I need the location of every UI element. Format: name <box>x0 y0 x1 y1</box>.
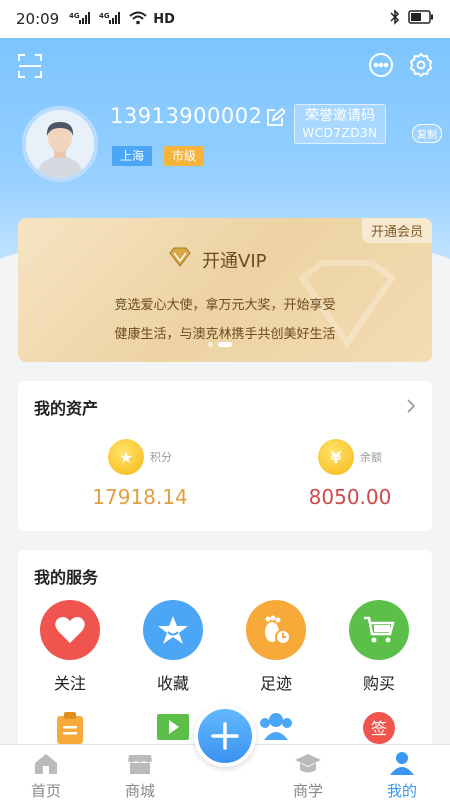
message-icon[interactable] <box>368 52 394 78</box>
service-label: 购买 <box>362 674 395 693</box>
tab-label: 首页 <box>30 782 61 800</box>
invite-code-box: 荣誉邀请码 WCD7ZD3N <box>294 104 386 144</box>
balance-value: 8050.00 <box>308 485 392 509</box>
vip-title: 开通VIP <box>202 250 267 272</box>
service-label: 关注 <box>53 674 86 693</box>
svg-text:4G: 4G <box>69 12 80 20</box>
copy-button[interactable]: 复制 <box>412 124 442 143</box>
network-indicators: 4G 4G HD <box>69 11 175 28</box>
service-purchase[interactable]: 购买 <box>339 600 419 694</box>
cart-icon <box>349 600 409 660</box>
shop-icon <box>128 755 152 774</box>
home-icon <box>35 754 57 774</box>
vip-desc-line1: 竞选爱心大使，拿万元大奖，开始享受 <box>114 298 336 313</box>
balance-label: 余额 <box>360 451 382 464</box>
plus-icon <box>211 722 239 750</box>
vip-desc-line2: 健康生活，与澳克林携手共创美好生活 <box>114 327 336 342</box>
user-icon <box>390 752 414 775</box>
carousel-dots <box>208 342 232 347</box>
city-tag: 上海 <box>112 146 153 166</box>
tab-shop[interactable]: 商城 <box>110 751 170 800</box>
service-label: 收藏 <box>156 674 189 693</box>
phone-number: 13913900002 <box>110 104 263 128</box>
points-coin-icon: ★ <box>108 439 144 475</box>
service-follow[interactable]: 关注 <box>30 600 110 694</box>
tab-academy[interactable]: 商学 <box>278 751 338 800</box>
balance-item[interactable]: ¥ 余额 8050.00 <box>275 439 425 509</box>
settings-icon[interactable] <box>408 52 434 78</box>
yen-coin-icon: ¥ <box>318 439 354 475</box>
tab-home[interactable]: 首页 <box>16 751 76 800</box>
service-footprint[interactable]: 足迹 <box>236 600 316 694</box>
invite-title: 荣誉邀请码 <box>305 108 375 124</box>
tab-label: 商学 <box>292 782 323 800</box>
vip-banner[interactable]: 开通会员 开通VIP 竞选爱心大使，拿万元大奖，开始享受 健康生活，与澳克林携手… <box>18 218 432 362</box>
service-label: 足迹 <box>259 674 292 693</box>
status-time: 20:09 <box>16 10 60 28</box>
service-favorite[interactable]: 收藏 <box>133 600 213 694</box>
tab-mine[interactable]: 我的 <box>372 751 432 800</box>
edit-icon[interactable] <box>265 107 287 128</box>
graduation-cap-icon <box>295 754 321 773</box>
carousel-dot[interactable] <box>208 342 213 347</box>
points-item[interactable]: ★ 积分 17918.14 <box>65 439 215 509</box>
points-label: 积分 <box>150 451 172 464</box>
battery-icon <box>408 10 434 28</box>
heart-icon <box>40 600 100 660</box>
hd-label: HD <box>153 11 175 27</box>
status-bar: 20:09 4G 4G HD <box>0 0 450 38</box>
points-value: 17918.14 <box>92 485 188 509</box>
add-button[interactable] <box>194 705 256 767</box>
svg-text:签: 签 <box>371 720 387 738</box>
services-title: 我的服务 <box>34 568 99 587</box>
bluetooth-icon <box>390 9 400 29</box>
scan-icon[interactable] <box>16 52 44 80</box>
level-tag: 市级 <box>164 146 205 166</box>
star-icon <box>143 600 203 660</box>
tab-label: 我的 <box>386 782 417 800</box>
signal-icon: 4G <box>69 11 93 28</box>
avatar[interactable] <box>22 106 98 182</box>
invite-code: WCD7ZD3N <box>302 126 378 140</box>
assets-title: 我的资产 <box>34 399 99 418</box>
vip-open-button[interactable]: 开通会员 <box>361 218 432 243</box>
assets-card: 我的资产 ★ 积分 17918.14 ¥ 余额 8050.00 <box>18 381 432 531</box>
vip-title-row: 开通VIP <box>168 246 266 273</box>
diamond-icon <box>168 246 192 273</box>
tab-label: 商城 <box>124 782 155 800</box>
svg-text:4G: 4G <box>99 12 110 20</box>
wifi-icon <box>129 11 147 28</box>
signal-icon: 4G <box>99 11 123 28</box>
chevron-right-icon[interactable] <box>406 399 416 413</box>
carousel-dot-active[interactable] <box>218 342 232 347</box>
footprint-icon <box>246 600 306 660</box>
